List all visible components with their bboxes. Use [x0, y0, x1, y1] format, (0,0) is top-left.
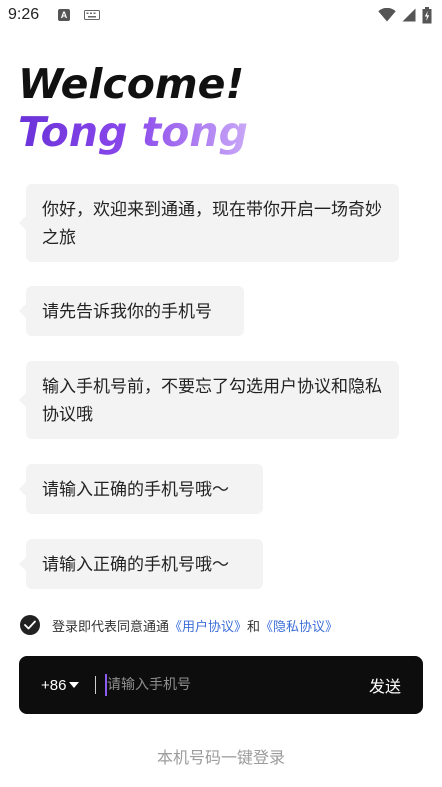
- status-bar: 9:26 A: [0, 0, 442, 32]
- privacy-agreement-link[interactable]: 《隐私协议》: [260, 616, 338, 635]
- agreement-prefix: 登录即代表同意通通: [52, 619, 170, 635]
- one-click-login-link[interactable]: 本机号码一键登录: [0, 744, 442, 768]
- chat-bubble: 请输入正确的手机号哦～: [19, 464, 263, 514]
- phone-input-bar: +86 发送: [19, 656, 423, 714]
- keyboard-icon: [84, 10, 100, 20]
- chat-bubble: 输入手机号前，不要忘了勾选用户协议和隐私协议哦: [19, 361, 399, 439]
- status-time: 9:26: [8, 6, 40, 23]
- checkmark-icon: [24, 620, 36, 630]
- text-cursor: [105, 674, 107, 696]
- wifi-icon: [378, 8, 396, 22]
- send-code-button[interactable]: 发送: [369, 656, 401, 714]
- welcome-title: Welcome!: [18, 60, 245, 108]
- chat-bubble: 你好，欢迎来到通通，现在带你开启一场奇妙之旅: [19, 184, 399, 262]
- country-code-selector[interactable]: +86: [41, 656, 80, 714]
- agreement-row: 登录即代表同意通通 《用户协议》 和 《隐私协议》: [20, 612, 338, 638]
- agreement-connector: 和: [247, 619, 261, 635]
- chat-bubble: 请输入正确的手机号哦～: [19, 539, 263, 589]
- agreement-checkbox[interactable]: [20, 615, 40, 635]
- country-code-label: +86: [41, 676, 67, 694]
- chat-bubble: 请先告诉我你的手机号: [19, 286, 244, 336]
- phone-number-input[interactable]: [105, 656, 337, 714]
- dropdown-triangle-icon: [69, 682, 80, 688]
- app-name-title: Tong tong: [18, 108, 248, 156]
- a-notification-icon: A: [58, 9, 70, 21]
- cellular-signal-icon: [402, 8, 416, 22]
- input-divider: [95, 676, 96, 694]
- user-agreement-link[interactable]: 《用户协议》: [169, 616, 247, 635]
- battery-icon: [422, 6, 432, 23]
